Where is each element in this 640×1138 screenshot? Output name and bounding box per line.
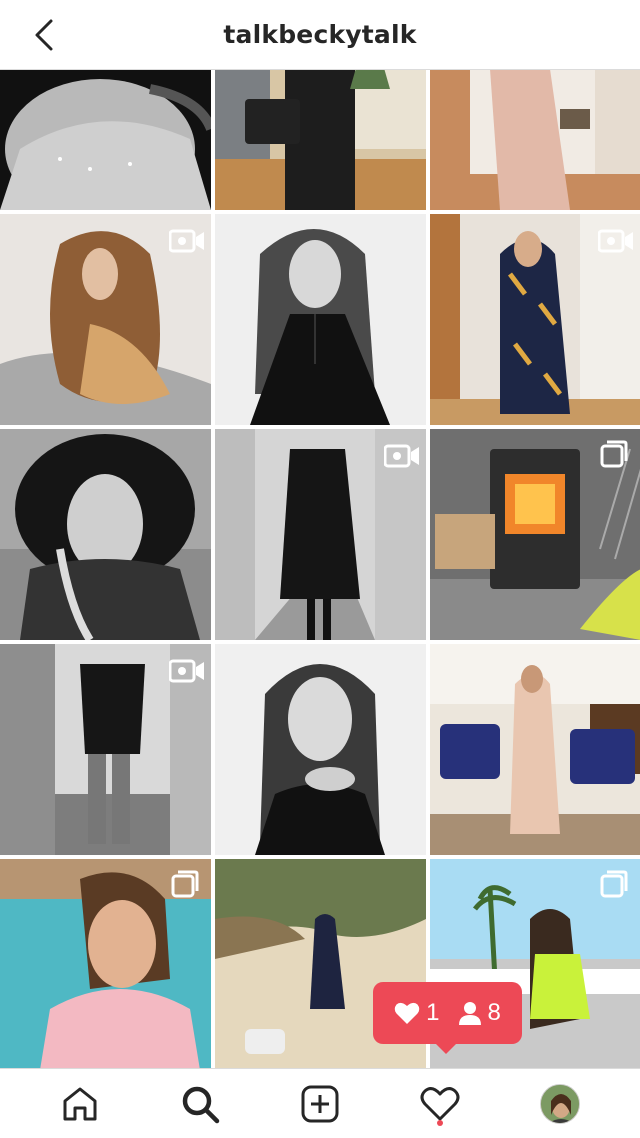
profile-avatar xyxy=(540,1083,580,1124)
video-icon xyxy=(169,659,204,683)
tab-activity[interactable] xyxy=(408,1072,472,1136)
video-icon xyxy=(169,229,204,253)
activity-notification-bubble[interactable]: 1 8 xyxy=(373,982,522,1054)
video-icon xyxy=(598,229,633,253)
likes-count-group: 1 xyxy=(394,999,440,1027)
activity-heart-icon xyxy=(420,1086,460,1120)
post-tile[interactable] xyxy=(215,214,426,425)
tab-home[interactable] xyxy=(48,1072,112,1136)
tab-profile[interactable] xyxy=(528,1072,592,1136)
followers-count: 8 xyxy=(487,999,501,1026)
post-tile[interactable] xyxy=(215,70,426,210)
post-tile[interactable] xyxy=(0,70,211,210)
search-icon xyxy=(182,1086,220,1123)
post-tile[interactable] xyxy=(0,429,211,640)
chevron-left-icon xyxy=(35,19,53,51)
home-icon xyxy=(63,1087,97,1120)
posts-grid xyxy=(0,70,640,1068)
person-icon xyxy=(458,1002,481,1025)
back-button[interactable] xyxy=(26,16,62,54)
profile-username-title: talkbeckytalk xyxy=(223,20,417,49)
followers-count-group: 8 xyxy=(458,999,501,1027)
post-tile[interactable] xyxy=(430,644,640,855)
carousel-icon xyxy=(600,870,628,898)
carousel-icon xyxy=(171,870,199,898)
post-tile[interactable] xyxy=(215,644,426,855)
likes-count: 1 xyxy=(426,999,440,1026)
top-header: talkbeckytalk xyxy=(0,0,640,70)
tab-search[interactable] xyxy=(168,1072,232,1136)
carousel-icon xyxy=(600,440,628,468)
bottom-tab-bar xyxy=(0,1068,640,1138)
video-icon xyxy=(384,444,419,468)
post-tile[interactable] xyxy=(430,70,640,210)
tab-new-post[interactable] xyxy=(288,1072,352,1136)
activity-indicator-dot xyxy=(437,1119,443,1126)
add-post-icon xyxy=(301,1085,339,1122)
heart-filled-icon xyxy=(394,1002,420,1024)
